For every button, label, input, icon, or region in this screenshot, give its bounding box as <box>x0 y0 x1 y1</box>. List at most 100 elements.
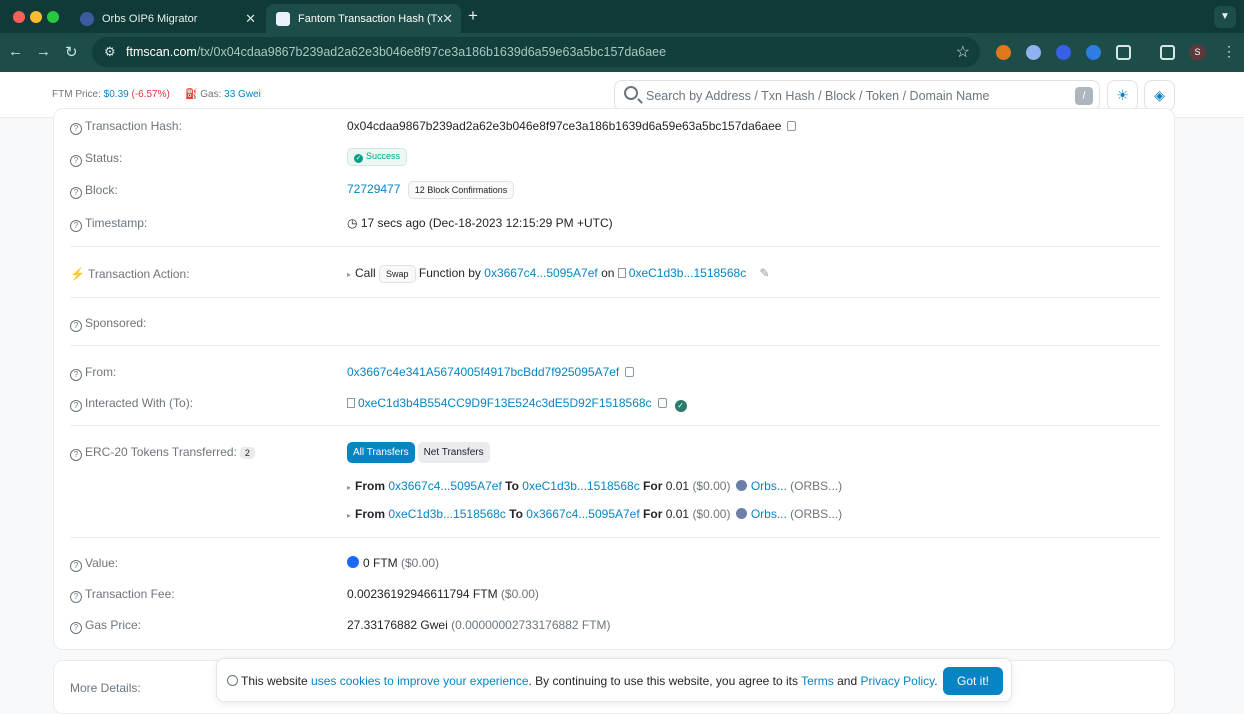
help-icon[interactable]: ? <box>70 187 82 199</box>
method-badge: Swap <box>379 265 416 283</box>
side-panel-icon[interactable] <box>1160 45 1175 60</box>
token-link[interactable]: Orbs... <box>751 479 787 493</box>
tab-all-transfers[interactable]: All Transfers <box>347 442 415 463</box>
from-address-link[interactable]: 0x3667c4e341A5674005f4917bcBdd7f925095A7… <box>347 365 619 379</box>
check-circle-icon: ✓ <box>354 154 363 163</box>
sponsored-label: ? Sponsored: <box>70 316 146 332</box>
maximize-window-button[interactable] <box>47 11 59 23</box>
caret-right-icon: ▸ <box>347 483 352 492</box>
address-bar[interactable]: ⚙ ftmscan.com/tx/0x04cdaa9867b239ad2a62e… <box>92 37 980 67</box>
ring-extension-icon[interactable] <box>1086 45 1101 60</box>
orbs-favicon-icon <box>80 11 94 26</box>
divider <box>70 425 1160 426</box>
help-icon[interactable]: ? <box>70 123 82 135</box>
reload-icon[interactable]: ↻ <box>65 43 78 61</box>
theme-toggle-sun-icon[interactable]: ☀ <box>1107 80 1138 111</box>
transfer-from-link[interactable]: 0x3667c4...5095A7ef <box>388 479 501 493</box>
help-icon[interactable]: ? <box>70 155 82 167</box>
tab-title: Orbs OIP6 Migrator <box>102 12 198 25</box>
copy-icon[interactable] <box>657 398 667 408</box>
help-icon[interactable]: ? <box>70 591 82 603</box>
shield-extension-icon[interactable] <box>1056 45 1071 60</box>
tx-action-value: ▸ Call Swap Function by 0x3667c4...5095A7… <box>347 265 770 283</box>
help-icon[interactable]: ? <box>70 320 82 332</box>
edit-pencil-icon[interactable]: ✎ <box>760 266 770 280</box>
transfer-row: ▸ From 0x3667c4...5095A7ef To 0xeC1d3b...… <box>347 479 843 493</box>
cookie-policy-link[interactable]: uses cookies to improve your experience <box>311 674 528 688</box>
from-value: 0x3667c4e341A5674005f4917bcBdd7f925095A7… <box>347 365 635 379</box>
tx-fee-label: ? Transaction Fee: <box>70 587 175 603</box>
profile-avatar[interactable]: S <box>1189 44 1206 61</box>
globe-extension-icon[interactable] <box>1026 45 1041 60</box>
tab-orbs-migrator[interactable]: Orbs OIP6 Migrator ✕ <box>70 4 264 33</box>
status-badge: ✓ Success <box>347 148 408 166</box>
transfer-row: ▸ From 0xeC1d3b...1518568c To 0x3667c4...… <box>347 507 843 521</box>
divider <box>70 246 1160 247</box>
browser-menu-icon[interactable]: ⋮ <box>1222 43 1236 60</box>
bookmark-star-icon[interactable]: ☆ <box>956 42 970 62</box>
puzzle-extensions-icon[interactable] <box>1116 45 1131 60</box>
minimize-window-button[interactable] <box>30 11 42 23</box>
to-label: ? Interacted With (To): <box>70 396 193 412</box>
cookie-banner: This website uses cookies to improve you… <box>216 658 1012 702</box>
terms-link[interactable]: Terms <box>801 674 834 688</box>
tx-hash-value: 0x04cdaa9867b239ad2a62e3b046e8f97ce3a186… <box>347 119 797 133</box>
browser-tab-bar: Orbs OIP6 Migrator ✕ Fantom Transaction … <box>0 0 1244 33</box>
forward-arrow-icon[interactable]: → <box>36 43 51 60</box>
action-by-link[interactable]: 0x3667c4...5095A7ef <box>484 266 597 280</box>
value-value: 0 FTM ($0.00) <box>347 556 439 570</box>
gas-tracker: ⛽ Gas: 33 Gwei <box>185 89 261 100</box>
help-icon[interactable]: ? <box>70 369 82 381</box>
help-icon[interactable]: ? <box>70 400 82 412</box>
block-link[interactable]: 72729477 <box>347 182 400 196</box>
divider <box>70 537 1160 538</box>
status-label: ? Status: <box>70 151 122 167</box>
copy-icon[interactable] <box>787 121 797 131</box>
to-value: 0xeC1d3b4B554CC9D9F13E524c3dE5D92F151856… <box>347 396 687 412</box>
ftmscan-favicon-icon <box>276 11 290 26</box>
tab-search-chevron-icon[interactable]: ▼ <box>1214 6 1236 28</box>
transfer-to-link[interactable]: 0xeC1d3b...1518568c <box>522 479 639 493</box>
tab-ftmscan[interactable]: Fantom Transaction Hash (Tx ✕ <box>266 4 461 33</box>
token-link[interactable]: Orbs... <box>751 507 787 521</box>
block-value: 72729477 12 Block Confirmations <box>347 181 515 199</box>
back-arrow-icon[interactable]: ← <box>8 43 23 60</box>
orbs-token-icon <box>735 480 747 491</box>
close-tab-icon[interactable]: ✕ <box>442 11 453 27</box>
transfer-from-link[interactable]: 0xeC1d3b...1518568c <box>388 507 505 521</box>
ftm-price-value[interactable]: $0.39 <box>104 89 129 100</box>
help-icon[interactable]: ? <box>70 560 82 572</box>
caret-right-icon: ▸ <box>347 511 352 520</box>
gas-pump-icon: ⛽ <box>185 89 198 100</box>
new-tab-button[interactable]: + <box>468 6 478 26</box>
copy-icon[interactable] <box>625 367 635 377</box>
action-contract-link[interactable]: 0xeC1d3b...1518568c <box>629 266 746 280</box>
browser-toolbar: ← → ↻ ⚙ ftmscan.com/tx/0x04cdaa9867b239a… <box>0 33 1244 72</box>
transfer-to-link[interactable]: 0x3667c4...5095A7ef <box>526 507 639 521</box>
transaction-details-card: ? Transaction Hash: 0x04cdaa9867b239ad2a6… <box>53 108 1175 650</box>
lightning-icon: ⚡ <box>70 267 85 281</box>
metamask-extension-icon[interactable] <box>996 45 1011 60</box>
close-tab-icon[interactable]: ✕ <box>245 11 256 27</box>
help-icon[interactable]: ? <box>70 622 82 634</box>
privacy-policy-link[interactable]: Privacy Policy <box>861 674 935 688</box>
search-input[interactable] <box>646 87 1056 105</box>
gas-value[interactable]: 33 Gwei <box>224 89 261 100</box>
tab-net-transfers[interactable]: Net Transfers <box>417 442 490 463</box>
ftm-price-change: (-6.57%) <box>131 89 170 100</box>
site-settings-icon[interactable]: ⚙ <box>104 44 116 60</box>
timestamp-label: ? Timestamp: <box>70 216 147 232</box>
tx-action-label: ⚡ Transaction Action: <box>70 267 190 281</box>
fantom-network-icon[interactable]: ◈ <box>1144 80 1175 111</box>
confirmations-badge: 12 Block Confirmations <box>407 181 515 199</box>
help-icon[interactable]: ? <box>70 220 82 232</box>
caret-right-icon: ▸ <box>347 270 352 279</box>
help-icon[interactable]: ? <box>70 449 82 461</box>
got-it-button[interactable]: Got it! <box>943 667 1003 695</box>
divider <box>70 297 1160 298</box>
divider <box>70 345 1160 346</box>
transfer-tabs: All Transfers Net Transfers <box>347 442 490 463</box>
search-box[interactable]: / <box>614 80 1100 111</box>
close-window-button[interactable] <box>13 11 25 23</box>
to-address-link[interactable]: 0xeC1d3b4B554CC9D9F13E524c3dE5D92F151856… <box>358 396 652 410</box>
